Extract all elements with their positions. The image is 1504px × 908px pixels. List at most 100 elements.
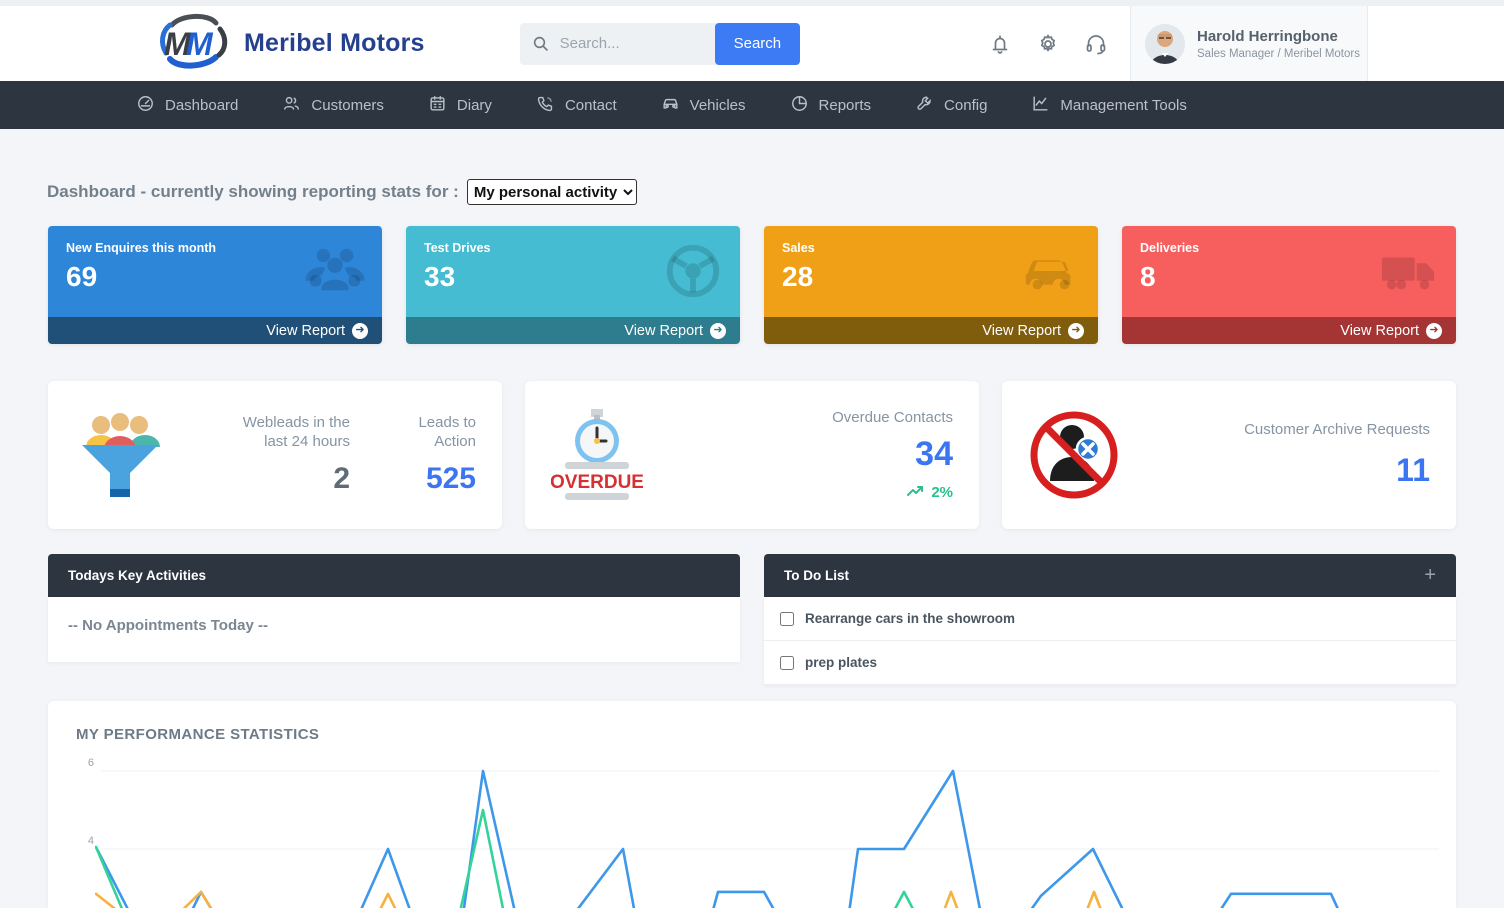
- todo-label: Rearrange cars in the showroom: [805, 611, 1015, 626]
- overdue-value: 34: [832, 435, 953, 474]
- stat-card-test-drives: Test Drives 33 View Report ➜: [406, 226, 740, 344]
- arrow-circle-right-icon: ➜: [1068, 323, 1084, 339]
- meribel-logo: M M: [158, 13, 230, 74]
- phone-icon: [536, 94, 555, 117]
- todo-item: prep plates: [764, 641, 1456, 685]
- leads-to-action-value: 525: [396, 462, 476, 496]
- view-report-link[interactable]: View Report ➜: [48, 317, 382, 344]
- stat-card-new-enquiries: New Enquires this month 69 View Report ➜: [48, 226, 382, 344]
- nav-label: Reports: [819, 97, 872, 114]
- car-icon: [1020, 240, 1082, 302]
- nav-label: Dashboard: [165, 97, 238, 114]
- nav-item-config[interactable]: Config: [915, 94, 987, 117]
- view-report-link[interactable]: View Report ➜: [764, 317, 1098, 344]
- search-button[interactable]: Search: [715, 23, 801, 65]
- todo-item: Rearrange cars in the showroom: [764, 597, 1456, 641]
- trend-up-icon: [907, 484, 925, 501]
- view-report-label: View Report: [266, 323, 345, 339]
- stat-card-body: Sales 28: [764, 226, 1098, 317]
- lead-funnel-icon: [74, 407, 166, 503]
- stat-card-body: Deliveries 8: [1122, 226, 1456, 317]
- todo-panel: To Do List + Rearrange cars in the showr…: [764, 554, 1456, 685]
- nav-label: Management Tools: [1060, 97, 1186, 114]
- nav-item-diary[interactable]: Diary: [428, 94, 492, 117]
- y-tick-label: 4: [70, 835, 94, 847]
- brand[interactable]: M M Meribel Motors: [158, 13, 425, 74]
- stat-cards-row: New Enquires this month 69 View Report ➜…: [48, 226, 1456, 344]
- speedometer-icon: [136, 94, 155, 117]
- overdue-stopwatch-icon: OVERDUE: [551, 407, 643, 503]
- people-icon: [282, 94, 301, 117]
- view-report-label: View Report: [1340, 323, 1419, 339]
- nav-label: Vehicles: [690, 97, 746, 114]
- key-activities-header: Todays Key Activities: [48, 554, 740, 597]
- webleads-card: Webleads in the last 24 hours 2 Leads to…: [48, 381, 502, 529]
- archive-value: 11: [1244, 452, 1430, 489]
- nav-item-customers[interactable]: Customers: [282, 94, 384, 117]
- pie-chart-icon: [790, 94, 809, 117]
- line-chart-icon: [1031, 94, 1050, 117]
- svg-text:OVERDUE: OVERDUE: [551, 472, 643, 493]
- archived-customer-icon: [1028, 407, 1120, 503]
- stat-card-sales: Sales 28 View Report ➜: [764, 226, 1098, 344]
- overdue-label: Overdue Contacts: [832, 409, 953, 428]
- key-activities-panel: Todays Key Activities -- No Appointments…: [48, 554, 740, 662]
- no-appointments-text: -- No Appointments Today --: [48, 597, 740, 662]
- stat-card-body: New Enquires this month 69: [48, 226, 382, 317]
- todo-header: To Do List +: [764, 554, 1456, 597]
- headset-icon[interactable]: [1084, 32, 1108, 56]
- leads-to-action-label: Leads to Action: [396, 414, 476, 452]
- trend-value: 2%: [931, 484, 953, 501]
- app-header: M M Meribel Motors Search: [0, 6, 1504, 81]
- todo-checkbox[interactable]: [780, 656, 794, 670]
- nav-label: Customers: [311, 97, 384, 114]
- stat-card-deliveries: Deliveries 8 View Report ➜: [1122, 226, 1456, 344]
- overdue-trend: 2%: [832, 484, 953, 501]
- chart-title: MY PERFORMANCE STATISTICS: [76, 726, 319, 743]
- wrench-icon: [915, 94, 934, 117]
- steering-wheel-icon: [662, 240, 724, 302]
- view-report-link[interactable]: View Report ➜: [406, 317, 740, 344]
- info-cards-row: Webleads in the last 24 hours 2 Leads to…: [48, 381, 1456, 529]
- search-icon: [532, 35, 550, 53]
- avatar: [1145, 24, 1185, 64]
- nav-label: Diary: [457, 97, 492, 114]
- brand-name: Meribel Motors: [244, 29, 425, 58]
- nav-item-management-tools[interactable]: Management Tools: [1031, 94, 1186, 117]
- user-role: Sales Manager / Meribel Motors: [1197, 48, 1360, 60]
- user-menu[interactable]: Harold Herringbone Sales Manager / Merib…: [1130, 6, 1368, 81]
- arrow-circle-right-icon: ➜: [352, 323, 368, 339]
- webleads-label: Webleads in the last 24 hours: [230, 414, 350, 452]
- todo-label: prep plates: [805, 655, 877, 670]
- svg-text:M: M: [186, 26, 214, 62]
- add-todo-button[interactable]: +: [1424, 564, 1436, 587]
- view-report-label: View Report: [624, 323, 703, 339]
- bell-icon[interactable]: [988, 32, 1012, 56]
- nav-item-vehicles[interactable]: Vehicles: [661, 94, 746, 117]
- calendar-icon: [428, 94, 447, 117]
- nav-label: Contact: [565, 97, 617, 114]
- header-icon-group: [988, 32, 1108, 56]
- view-report-label: View Report: [982, 323, 1061, 339]
- arrow-circle-right-icon: ➜: [710, 323, 726, 339]
- nav-item-dashboard[interactable]: Dashboard: [136, 94, 238, 117]
- arrow-circle-right-icon: ➜: [1426, 323, 1442, 339]
- nav-label: Config: [944, 97, 987, 114]
- todo-checkbox[interactable]: [780, 612, 794, 626]
- archive-label: Customer Archive Requests: [1244, 421, 1430, 440]
- panel-title: To Do List: [784, 568, 849, 583]
- performance-chart-card: MY PERFORMANCE STATISTICS 6 4 2: [48, 701, 1456, 908]
- nav-item-reports[interactable]: Reports: [790, 94, 872, 117]
- users-group-icon: [304, 240, 366, 302]
- overdue-contacts-card: OVERDUE Overdue Contacts 34 2%: [525, 381, 979, 529]
- truck-icon: [1378, 240, 1440, 302]
- y-tick-label: 6: [70, 757, 94, 769]
- nav-item-contact[interactable]: Contact: [536, 94, 617, 117]
- view-report-link[interactable]: View Report ➜: [1122, 317, 1456, 344]
- reporting-filter-select[interactable]: My personal activity: [467, 179, 637, 205]
- performance-line-chart: [95, 758, 1441, 908]
- user-name: Harold Herringbone: [1197, 28, 1360, 45]
- archive-requests-card: Customer Archive Requests 11: [1002, 381, 1456, 529]
- gear-icon[interactable]: [1036, 32, 1060, 56]
- search-bar: Search: [520, 23, 801, 65]
